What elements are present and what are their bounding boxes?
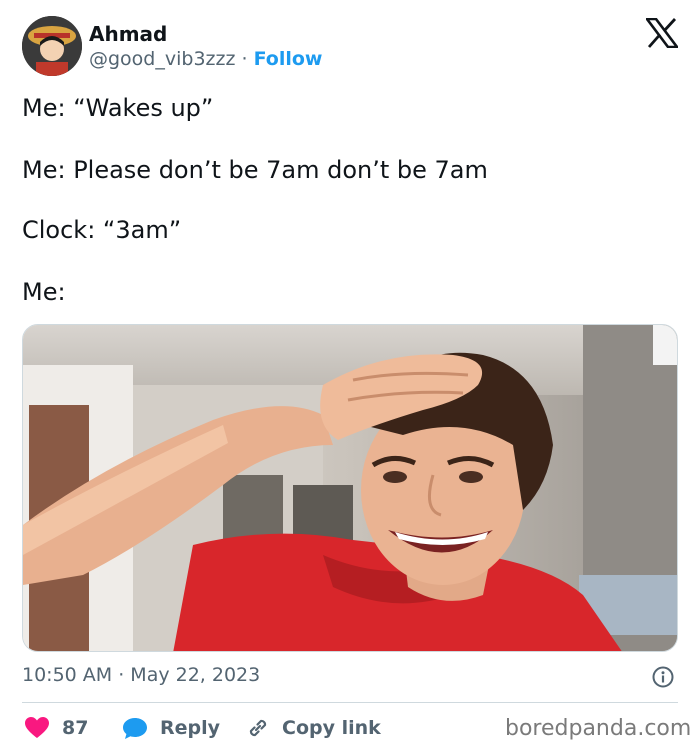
tweet-line-4: Me:	[22, 278, 66, 306]
avatar[interactable]	[22, 16, 82, 76]
info-icon[interactable]	[652, 666, 674, 688]
meme-photo	[23, 325, 677, 651]
tweet-timestamp[interactable]: 10:50 AM · May 22, 2023	[22, 664, 260, 686]
copy-link-label: Copy link	[282, 717, 381, 739]
author-handle-row: @good_vib3zzz · Follow	[89, 48, 323, 70]
author-name[interactable]: Ahmad	[89, 22, 167, 46]
follow-button[interactable]: Follow	[254, 48, 323, 70]
x-logo-icon[interactable]	[645, 17, 679, 49]
handle-separator: ·	[235, 48, 254, 70]
divider	[22, 702, 678, 703]
avatar-image	[22, 16, 82, 76]
heart-icon	[25, 717, 49, 738]
reply-button[interactable]: Reply	[122, 714, 220, 742]
tweet-line-1: Me: “Wakes up”	[22, 94, 214, 122]
copy-link-button[interactable]: Copy link	[246, 714, 381, 742]
reply-label: Reply	[160, 717, 221, 739]
tweet-line-2: Me: Please don’t be 7am don’t be 7am	[22, 156, 488, 184]
tweet-line-3: Clock: “3am”	[22, 216, 182, 244]
like-button[interactable]: 87	[24, 714, 88, 742]
author-handle[interactable]: @good_vib3zzz	[89, 48, 235, 70]
link-icon	[249, 719, 267, 737]
speech-bubble-icon	[123, 718, 147, 739]
tweet-media-image[interactable]	[22, 324, 678, 652]
like-count: 87	[62, 717, 89, 739]
watermark: boredpanda.com	[505, 716, 692, 741]
